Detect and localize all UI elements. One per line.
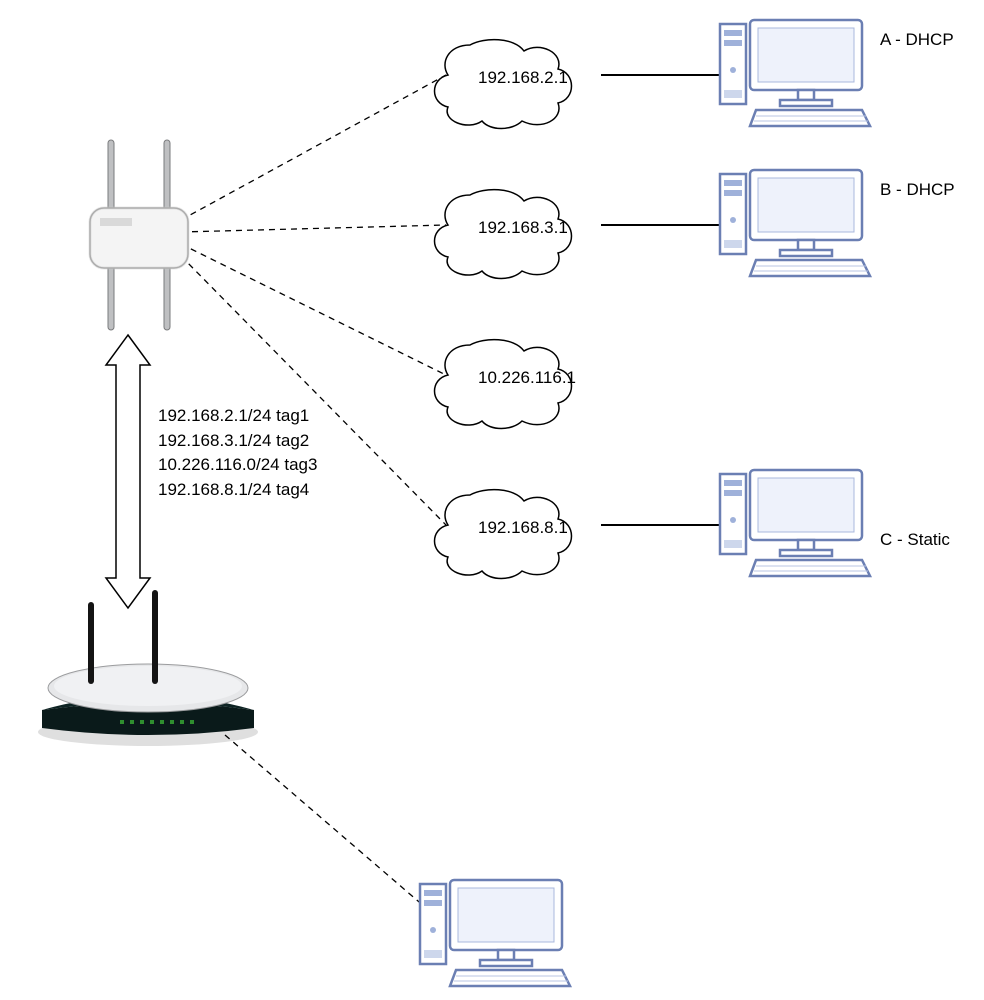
- cloud-1-ip: 192.168.2.1: [478, 68, 568, 88]
- computer-b-icon: [720, 170, 870, 276]
- trunk-line-3: 10.226.116.0/24 tag3: [158, 453, 317, 478]
- link-ap-cloud2: [181, 225, 446, 232]
- router-icon: [38, 590, 258, 746]
- diagram-canvas: [0, 0, 984, 1000]
- trunk-line-2: 192.168.3.1/24 tag2: [158, 429, 317, 454]
- trunk-config: 192.168.2.1/24 tag1 192.168.3.1/24 tag2 …: [158, 404, 317, 503]
- cloud-3-ip: 10.226.116.1: [478, 368, 576, 388]
- access-point-icon: [90, 140, 188, 330]
- host-c-label: C - Static: [880, 530, 950, 550]
- cloud-4-ip: 192.168.8.1: [478, 518, 568, 538]
- computer-bottom-icon: [420, 880, 570, 986]
- computer-c-icon: [720, 470, 870, 576]
- link-ap-cloud3: [181, 244, 446, 375]
- host-a-label: A - DHCP: [880, 30, 954, 50]
- trunk-line-1: 192.168.2.1/24 tag1: [158, 404, 317, 429]
- trunk-line-4: 192.168.8.1/24 tag4: [158, 478, 317, 503]
- link-ap-cloud1: [181, 75, 446, 220]
- computer-a-icon: [720, 20, 870, 126]
- host-b-label: B - DHCP: [880, 180, 955, 200]
- cloud-2-ip: 192.168.3.1: [478, 218, 568, 238]
- link-router-pc: [225, 735, 440, 920]
- trunk-arrow: [106, 335, 150, 608]
